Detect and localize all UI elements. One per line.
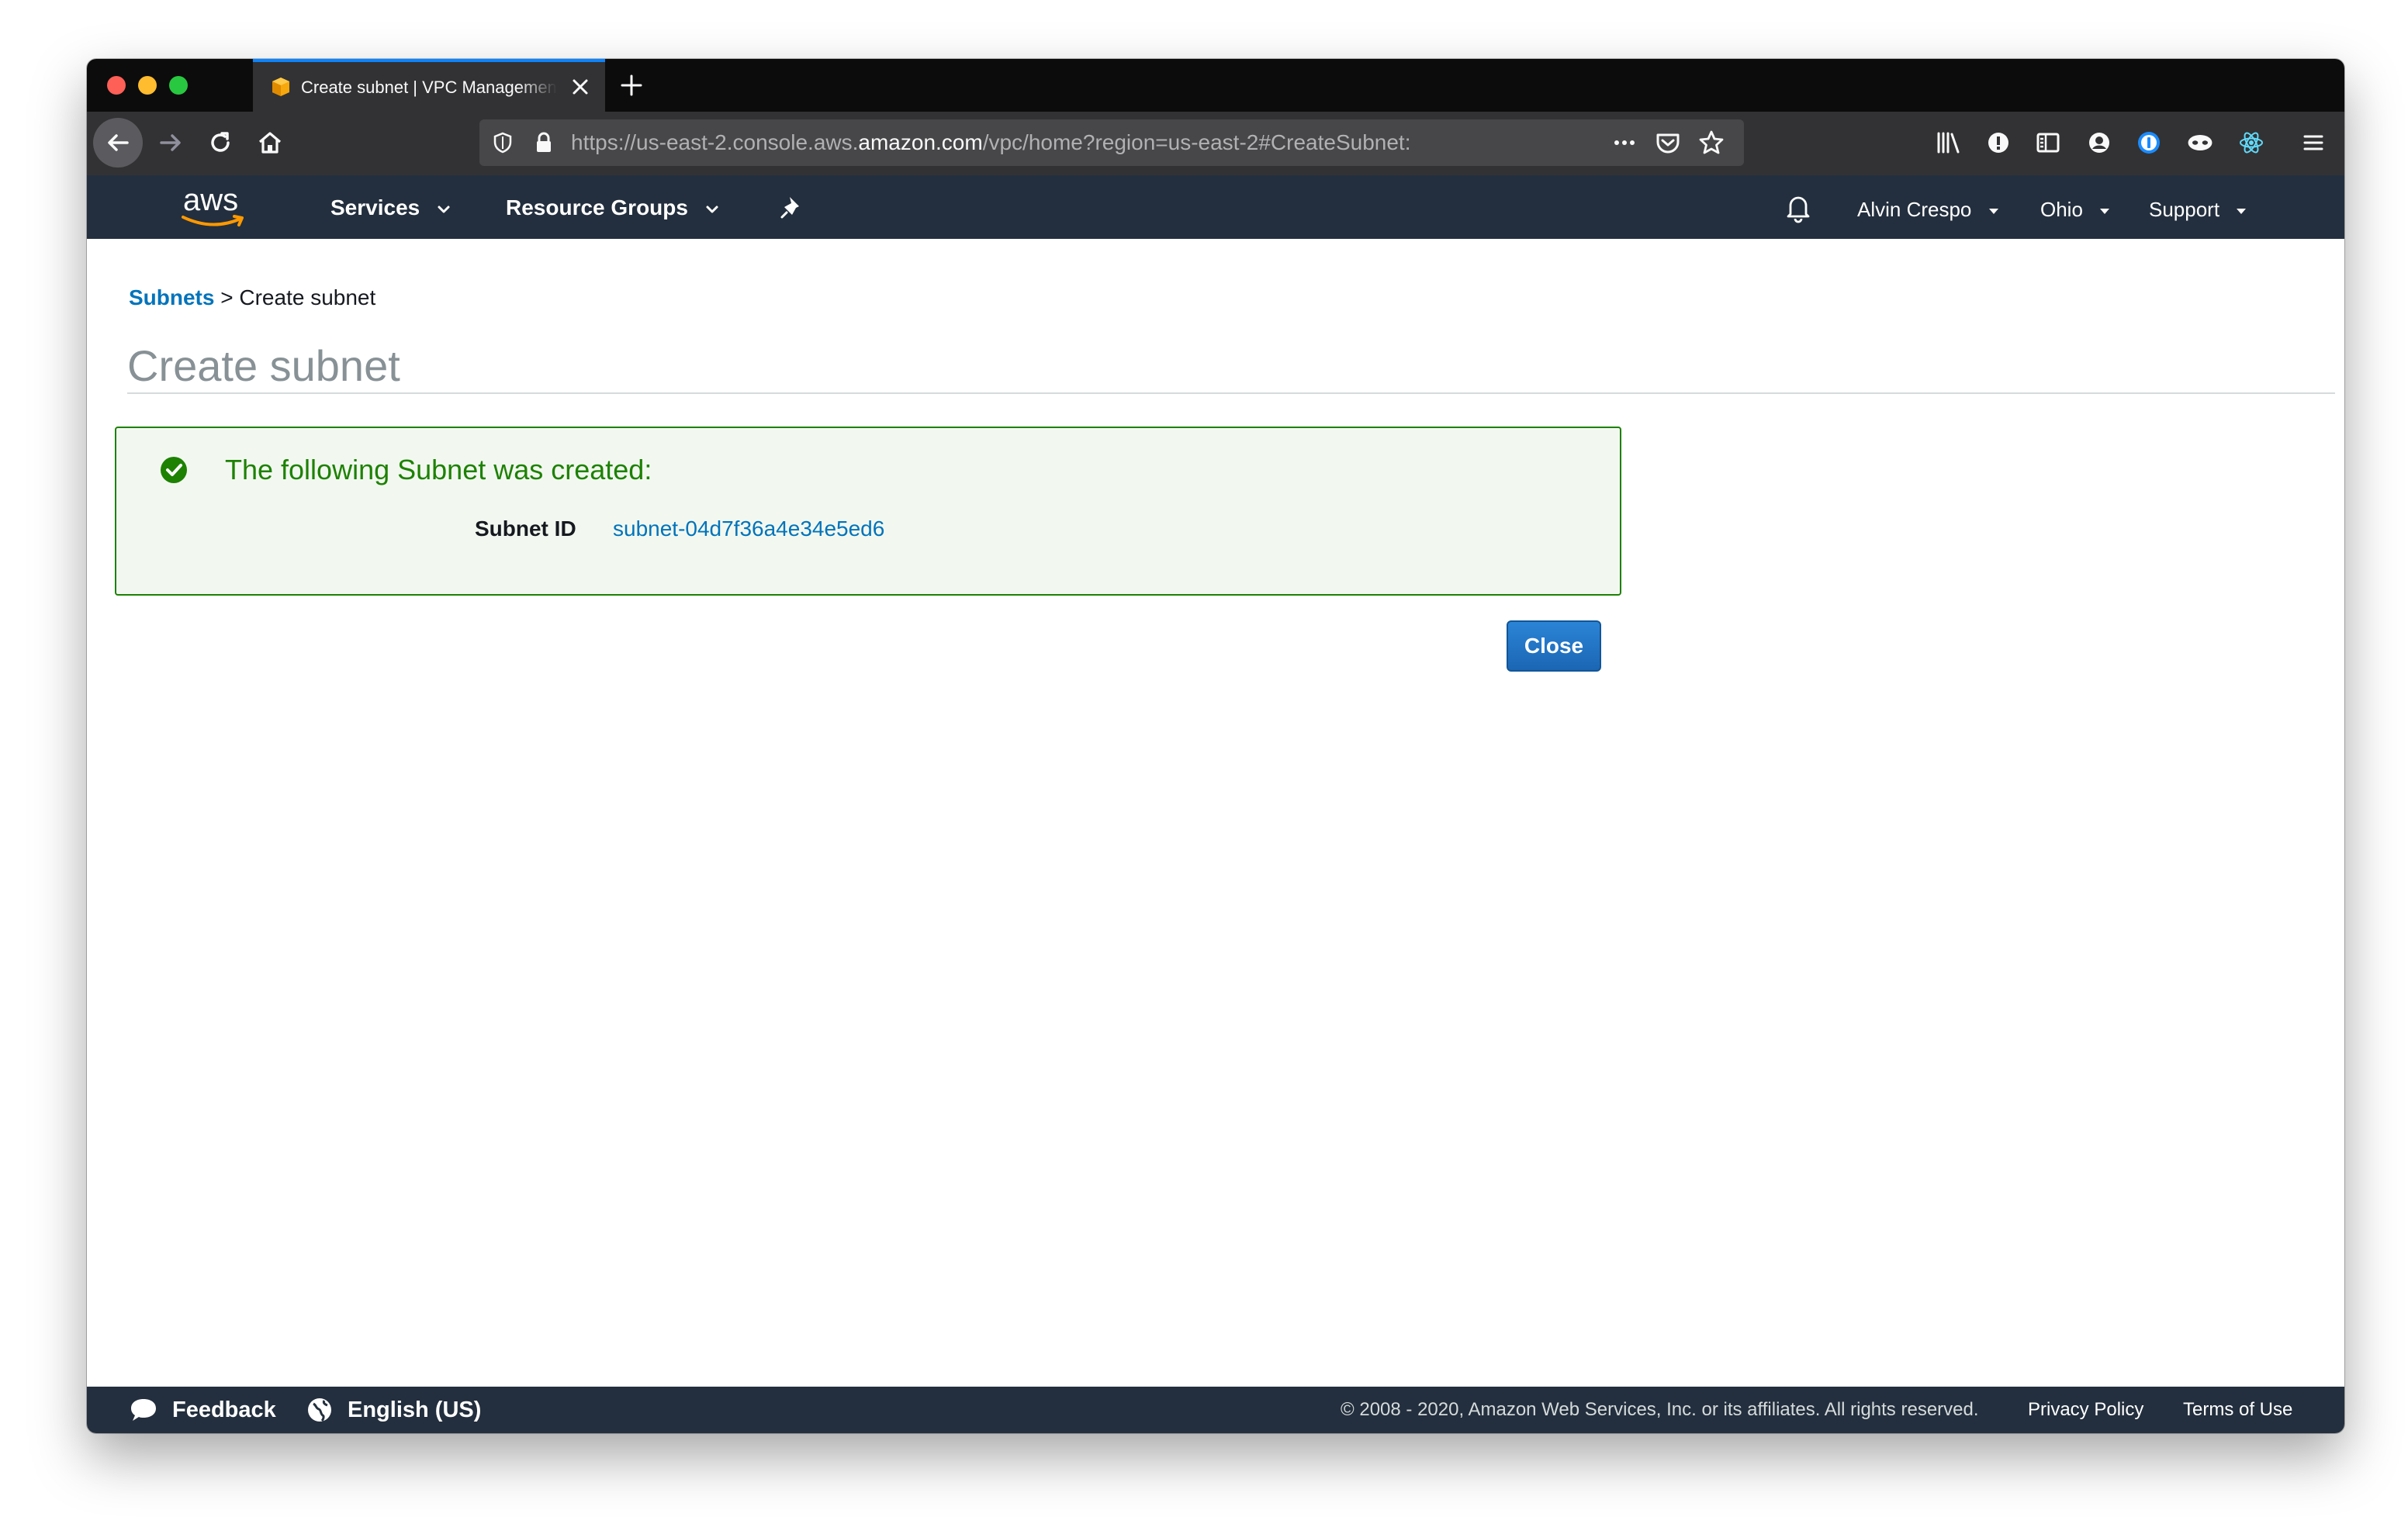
window-minimize-button[interactable]: [138, 76, 157, 95]
aws-cube-icon: [272, 78, 289, 96]
account-icon: [2089, 133, 2109, 153]
pocket-icon[interactable]: [1654, 129, 1682, 157]
breadcrumb-subnets-link[interactable]: Subnets: [129, 285, 214, 309]
check-circle-icon: [161, 457, 187, 483]
sidebar-icon: [2036, 133, 2060, 153]
feedback-speech-bubble-icon: [131, 1399, 156, 1421]
aws-logo-text: aws: [183, 183, 239, 217]
tab-strip: Create subnet | VPC Management Console: [87, 59, 2344, 112]
console-footer: Feedback English (US) © 2008 - 2020, Ama…: [87, 1387, 2344, 1433]
caret-down-icon: [2100, 209, 2110, 215]
page-title: Create subnet: [127, 341, 400, 390]
account-name: Alvin Crespo: [1857, 198, 1972, 221]
browser-window: Create subnet | VPC Management Console: [87, 59, 2344, 1433]
region-name: Ohio: [2040, 198, 2083, 221]
extension-info-button[interactable]: [1983, 127, 2014, 158]
url-host: amazon.com: [858, 130, 983, 154]
library-button[interactable]: [1933, 127, 1964, 158]
aws-logo[interactable]: aws: [178, 181, 248, 231]
reload-icon: [211, 132, 230, 152]
react-devtools-button[interactable]: [2236, 127, 2267, 158]
password-manager-button[interactable]: [2133, 127, 2164, 158]
terms-of-use-link[interactable]: Terms of Use: [2183, 1396, 2292, 1424]
chevron-down-icon: [438, 206, 450, 213]
support-menu[interactable]: Support: [2149, 194, 2247, 225]
browser-tab[interactable]: Create subnet | VPC Management Console: [253, 59, 605, 112]
arrow-left-icon: [108, 134, 129, 151]
success-message: The following Subnet was created:: [225, 454, 652, 485]
notifications-bell-icon[interactable]: [1783, 191, 1814, 223]
services-menu[interactable]: Services: [330, 192, 451, 223]
page-actions-ellipsis-icon[interactable]: [1609, 130, 1640, 155]
home-icon: [258, 132, 282, 154]
resource-groups-label: Resource Groups: [506, 195, 688, 219]
language-selector[interactable]: English (US): [348, 1394, 481, 1425]
privacy-policy-link[interactable]: Privacy Policy: [2028, 1396, 2143, 1424]
url-prefix: https://us-east-2.console.aws.: [571, 130, 859, 154]
close-button[interactable]: Close: [1507, 620, 1601, 672]
resource-groups-menu[interactable]: Resource Groups: [506, 192, 719, 223]
lock-icon[interactable]: [532, 130, 555, 155]
new-tab-plus-icon[interactable]: [616, 70, 647, 101]
caret-down-icon: [2237, 209, 2247, 215]
support-label: Support: [2149, 198, 2220, 221]
exclamation-circle-icon: [1988, 133, 2008, 153]
account-button[interactable]: [2084, 127, 2115, 158]
subnet-id-link[interactable]: subnet-04d7f36a4e34e5ed6: [613, 513, 884, 544]
url-suffix: /vpc/home?region=us-east-2#CreateSubnet:: [982, 130, 1411, 154]
react-atom-icon: [2240, 132, 2263, 154]
caret-down-icon: [1988, 209, 1998, 215]
forward-button[interactable]: [155, 127, 186, 158]
sidebar-button[interactable]: [2033, 127, 2064, 158]
title-divider: [127, 392, 2335, 394]
tracking-shield-icon[interactable]: [490, 130, 515, 155]
close-tab-icon[interactable]: [568, 74, 593, 99]
arrow-right-icon: [160, 134, 181, 151]
aws-smile-icon: [182, 215, 244, 226]
subnet-id-label: Subnet ID: [475, 517, 576, 541]
services-label: Services: [330, 195, 420, 219]
hamburger-menu-icon: [2303, 135, 2323, 150]
breadcrumb-current: Create subnet: [239, 285, 376, 309]
copyright-text: © 2008 - 2020, Amazon Web Services, Inc.…: [1341, 1399, 1979, 1420]
library-icon: [1937, 132, 1960, 154]
home-button[interactable]: [254, 127, 285, 158]
chevron-down-icon: [706, 206, 718, 213]
bookmark-star-icon[interactable]: [1697, 129, 1725, 157]
address-bar[interactable]: https://us-east-2.console.aws.amazon.com…: [479, 119, 1744, 166]
globe-icon: [308, 1398, 331, 1422]
menu-button[interactable]: [2298, 127, 2329, 158]
success-alert: The following Subnet was created: Subnet…: [115, 427, 1621, 596]
tab-title: Create subnet | VPC Management Console: [301, 78, 557, 97]
back-button[interactable]: [93, 118, 143, 168]
breadcrumb: Subnets > Create subnet: [129, 282, 375, 313]
mask-extension-icon: [2188, 135, 2213, 150]
reload-button[interactable]: [205, 127, 236, 158]
extension-mask-button[interactable]: [2185, 127, 2216, 158]
feedback-link[interactable]: Feedback: [172, 1394, 276, 1425]
region-menu[interactable]: Ohio: [2040, 194, 2110, 225]
window-zoom-button[interactable]: [169, 76, 188, 95]
window-close-button[interactable]: [107, 76, 126, 95]
password-manager-icon: [2138, 132, 2160, 154]
account-menu[interactable]: Alvin Crespo: [1857, 194, 1999, 225]
aws-top-nav: aws Services Resource Groups Alvin Cresp…: [87, 175, 2344, 239]
breadcrumb-separator: >: [220, 285, 234, 309]
browser-toolbar: https://us-east-2.console.aws.amazon.com…: [87, 112, 2344, 175]
pin-icon[interactable]: [779, 194, 805, 220]
url-text[interactable]: https://us-east-2.console.aws.amazon.com…: [571, 130, 1411, 155]
